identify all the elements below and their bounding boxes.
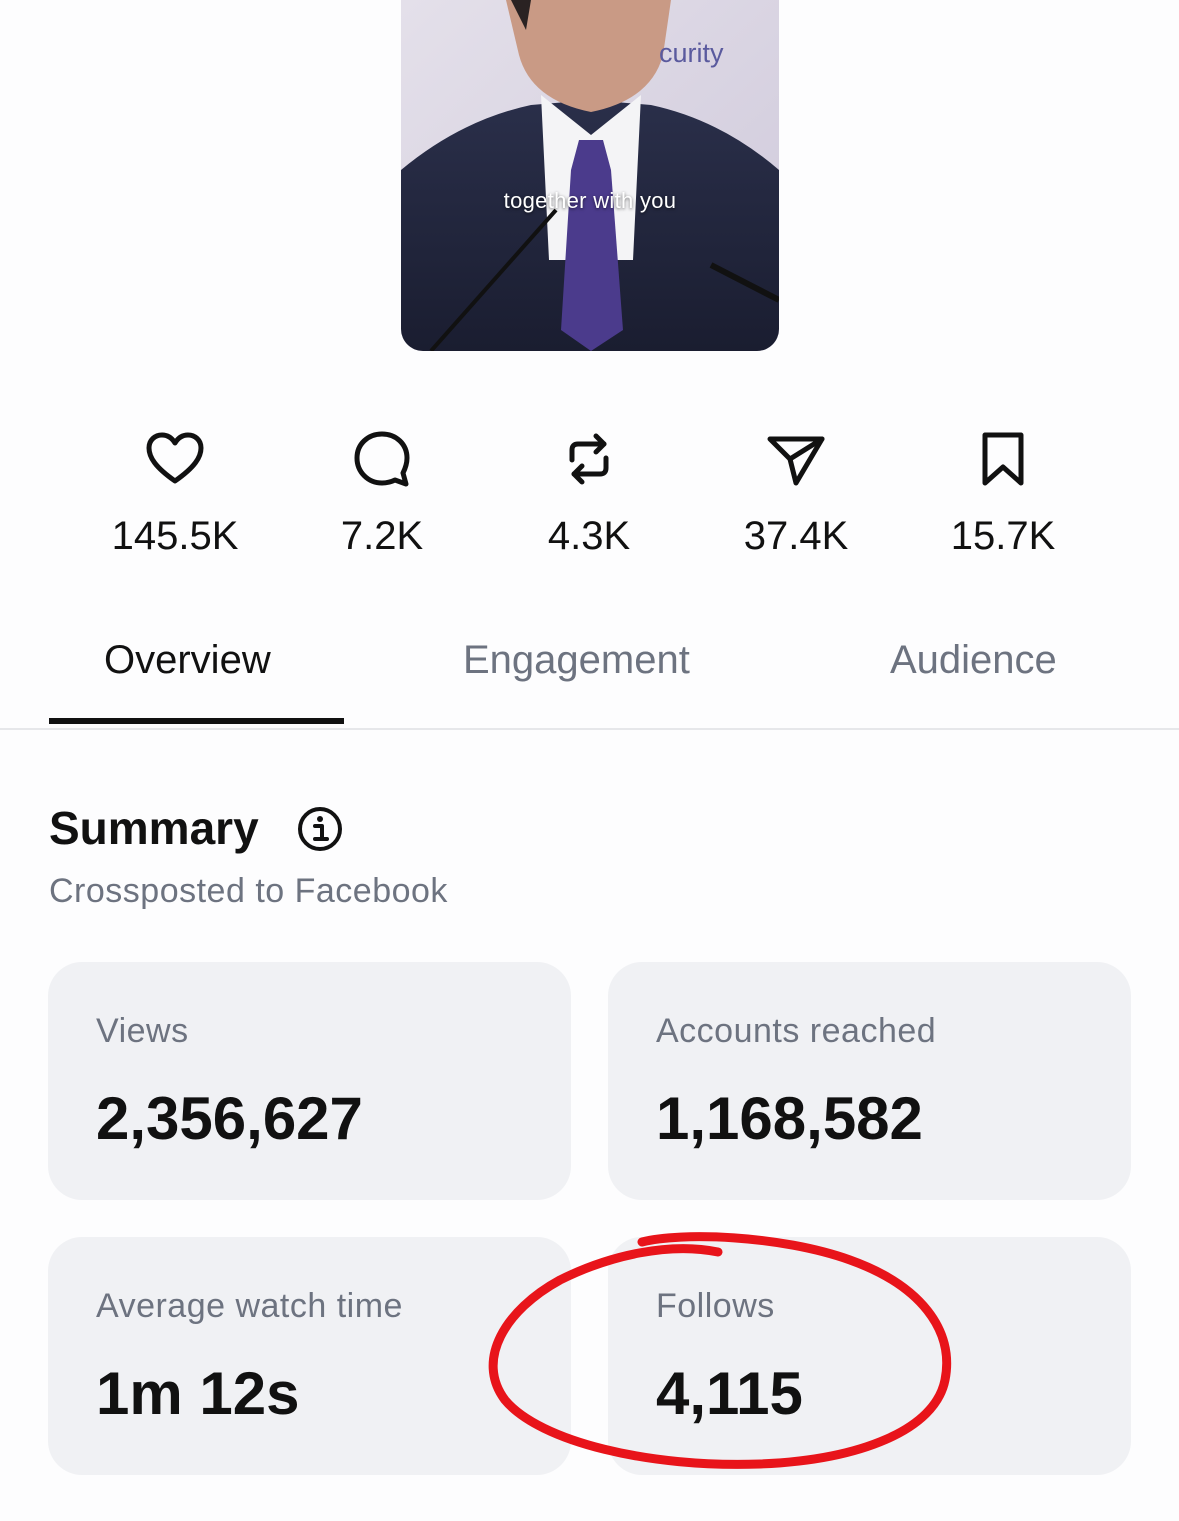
average-watch-time-label: Average watch time: [96, 1287, 403, 1325]
summary-title: Summary: [49, 802, 259, 854]
crossposted-label: Crossposted to Facebook: [49, 872, 448, 910]
accounts-reached-card[interactable]: Accounts reached 1,168,582: [608, 962, 1131, 1200]
views-label: Views: [96, 1012, 189, 1050]
engagement-stats-row: 145.5K 7.2K 4.3K 37.4K 15.7K: [0, 428, 1179, 568]
bookmark-icon: [903, 428, 1103, 490]
follows-label: Follows: [656, 1287, 775, 1325]
video-background-text: curity: [659, 38, 724, 68]
active-tab-indicator: [49, 718, 344, 724]
shares-count: 37.4K: [743, 514, 849, 558]
heart-icon: [75, 428, 275, 490]
views-value: 2,356,627: [96, 1085, 363, 1152]
views-card[interactable]: Views 2,356,627: [48, 962, 571, 1200]
shares-stat[interactable]: 37.4K: [696, 428, 896, 560]
comments-stat[interactable]: 7.2K: [282, 428, 482, 560]
average-watch-time-card[interactable]: Average watch time 1m 12s: [48, 1237, 571, 1475]
likes-count: 145.5K: [111, 514, 239, 558]
follows-card[interactable]: Follows 4,115: [608, 1237, 1131, 1475]
video-thumbnail[interactable]: curity together with you: [401, 0, 779, 351]
video-caption: together with you: [503, 188, 677, 213]
tab-engagement[interactable]: Engagement: [463, 636, 690, 684]
saves-count: 15.7K: [950, 514, 1056, 558]
likes-stat[interactable]: 145.5K: [75, 428, 275, 560]
reposts-count: 4.3K: [547, 514, 631, 558]
comment-icon: [282, 428, 482, 490]
average-watch-time-value: 1m 12s: [96, 1360, 300, 1427]
share-icon: [696, 428, 896, 490]
comments-count: 7.2K: [340, 514, 424, 558]
tab-audience[interactable]: Audience: [890, 636, 1057, 684]
insights-tabs: Overview Engagement Audience: [0, 618, 1179, 730]
saves-stat[interactable]: 15.7K: [903, 428, 1103, 560]
tab-overview[interactable]: Overview: [104, 636, 271, 684]
accounts-reached-value: 1,168,582: [656, 1085, 923, 1152]
info-icon[interactable]: [296, 805, 344, 853]
repost-icon: [489, 428, 689, 490]
accounts-reached-label: Accounts reached: [656, 1012, 937, 1050]
follows-value: 4,115: [656, 1360, 803, 1427]
reposts-stat[interactable]: 4.3K: [489, 428, 689, 560]
